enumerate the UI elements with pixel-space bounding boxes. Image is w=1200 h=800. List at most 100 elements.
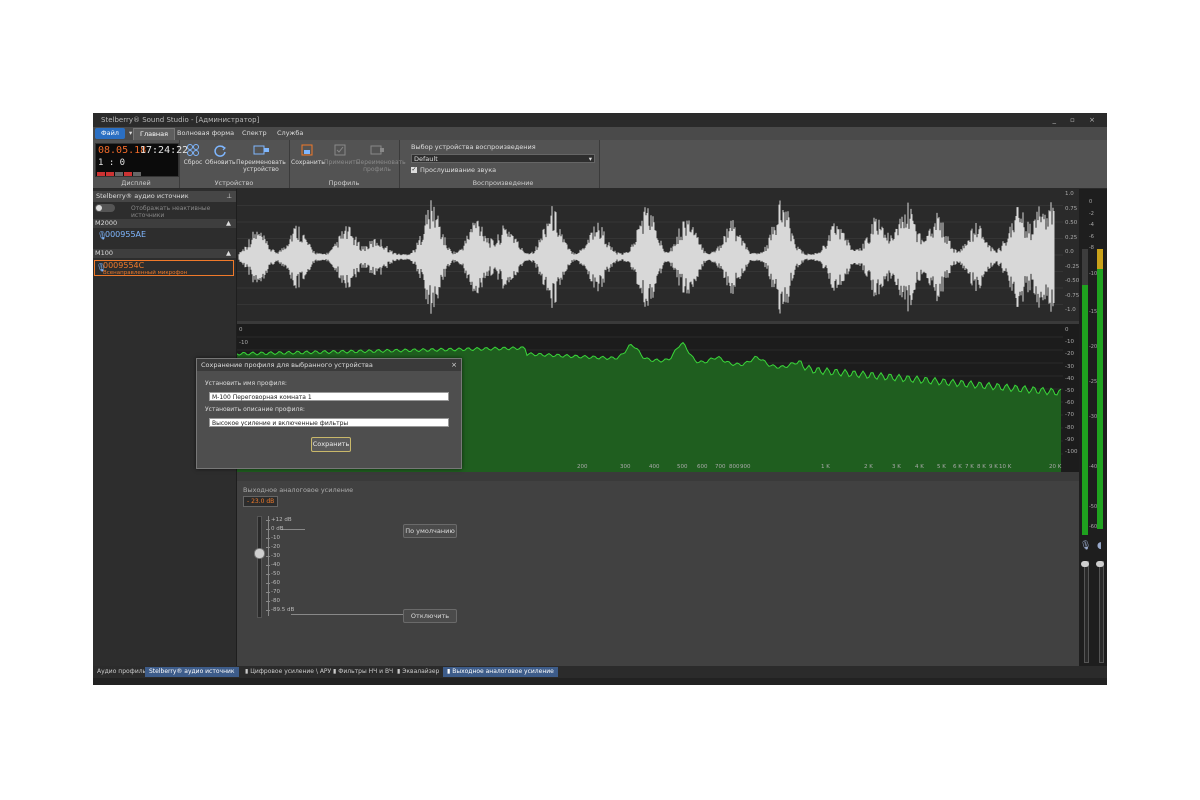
- display-group: 08.05.18 17:24:22 1 : 0 Дисплей: [93, 140, 188, 188]
- tab-equalizer[interactable]: ▮ Эквалайзер: [393, 667, 443, 677]
- window-controls[interactable]: _ ▫ ×: [1052, 113, 1101, 127]
- apply-profile-button[interactable]: Применить: [324, 143, 359, 166]
- gain-scale-label: -89.5 dB: [271, 607, 295, 613]
- wave-scale-label: 0.25: [1065, 234, 1078, 241]
- profile-group-label: Профиль: [328, 179, 360, 187]
- spectrum-freq-label: 4 K: [915, 464, 924, 470]
- profile-group: Сохранить Применить Переименовать профил…: [289, 140, 406, 188]
- tab-output-gain[interactable]: ▮ Выходное аналоговое усиление: [443, 667, 558, 677]
- spectrum-scale-label: -70: [1065, 412, 1074, 419]
- input-volume-thumb[interactable]: [1081, 561, 1089, 567]
- input-volume-track[interactable]: [1084, 561, 1089, 663]
- meter-scale-label: -10: [1089, 271, 1098, 277]
- status-bar: [93, 678, 1107, 685]
- group-header-m100[interactable]: M100 ▲: [93, 249, 236, 258]
- gain-slider-track[interactable]: [257, 516, 262, 618]
- tab-equalizer-label: Эквалайзер: [402, 668, 440, 675]
- tab-audio-profile[interactable]: Аудио профиль: [93, 667, 150, 677]
- spectrum-freq-label: 3 K: [892, 464, 901, 470]
- wave-scale-label: -0.75: [1065, 292, 1080, 299]
- gain-value: - 23.0 dB: [243, 496, 279, 507]
- playback-device-value: Default: [414, 155, 438, 163]
- gain-scale-tick: [266, 583, 270, 584]
- spectrum-freq-label: 7 K: [965, 464, 974, 470]
- playback-device-select[interactable]: Default ▾: [411, 154, 595, 163]
- gain-scale-tick: [266, 592, 270, 593]
- collapse-icon[interactable]: ▲: [226, 249, 231, 258]
- reset-label: Сброс: [183, 159, 203, 166]
- rename-profile-label: Переименовать профиль: [356, 159, 406, 173]
- clock-counter: 1 : 0: [98, 158, 126, 168]
- profile-name-input[interactable]: M-100 Переговорная комната 1: [209, 392, 449, 401]
- monitor-checkbox[interactable]: ✓ Прослушивание звука: [411, 166, 496, 174]
- file-menu[interactable]: Файл: [95, 128, 125, 139]
- toggle-knob: [96, 205, 102, 211]
- default-connector: [281, 529, 305, 530]
- device-item-000955ae[interactable]: 🎙 000955AE: [97, 230, 234, 244]
- rename-device-label: Переименовать устройство: [236, 159, 286, 173]
- tab-digital-gain[interactable]: ▮ Цифровое усиление \ АРУ: [241, 667, 335, 677]
- rename-profile-button[interactable]: Переименовать профиль: [356, 143, 406, 173]
- off-button[interactable]: Отключить: [403, 609, 457, 623]
- gain-scale-tick: [266, 610, 270, 611]
- gain-scale-label: -10: [271, 535, 280, 541]
- meter-scale-label: -30: [1089, 414, 1098, 420]
- tab-waveform[interactable]: Волновая форма: [171, 128, 240, 139]
- output-volume-track[interactable]: [1099, 561, 1104, 663]
- menu-bar: Файл ▾ Главная Волновая форма Спектр Слу…: [93, 127, 1107, 140]
- spectrum-scale-label: -30: [1065, 363, 1074, 370]
- device-item-0009554c[interactable]: 🎙 0009554C Всенаправленный микрофон: [94, 260, 234, 276]
- save-profile-button[interactable]: Сохранить: [291, 143, 325, 166]
- gain-scale-label: +12 dB: [271, 517, 292, 523]
- inactive-toggle[interactable]: [95, 204, 115, 212]
- tab-main[interactable]: Главная: [133, 128, 176, 140]
- tab-filters[interactable]: ▮ Фильтры НЧ и ВЧ: [329, 667, 397, 677]
- gain-scale-tick: [266, 529, 270, 530]
- spectrum-scale-label: -20: [1065, 351, 1074, 358]
- save-button[interactable]: Сохранить: [311, 437, 351, 452]
- gain-slider-thumb[interactable]: [254, 548, 265, 559]
- group-name: M2000: [95, 219, 118, 227]
- group-header-m2000[interactable]: M2000 ▲: [93, 219, 236, 228]
- tab-service[interactable]: Служба: [271, 128, 309, 139]
- rename-profile-icon: [370, 145, 384, 155]
- spectrum-freq-label: 300: [620, 464, 631, 470]
- gain-scale-label: 0 dB: [271, 526, 284, 532]
- meter-scale-label: -20: [1089, 344, 1098, 350]
- close-icon[interactable]: ×: [451, 359, 457, 371]
- refresh-button[interactable]: Обновить: [205, 143, 235, 166]
- meter-scale-label: -25: [1089, 379, 1098, 385]
- level-meter-right: [1097, 249, 1103, 529]
- rename-device-button[interactable]: Переименовать устройство: [235, 143, 287, 173]
- tab-spectrum[interactable]: Спектр: [236, 128, 273, 139]
- collapse-icon[interactable]: ▲: [226, 219, 231, 228]
- tab-output-gain-label: Выходное аналоговое усиление: [452, 668, 554, 675]
- spectrum-freq-label: 500: [677, 464, 688, 470]
- spectrum-scale-label: 0: [1065, 327, 1069, 333]
- output-volume-thumb[interactable]: [1096, 561, 1104, 567]
- off-connector: [291, 614, 403, 615]
- wave-scale-label: 0.75: [1065, 205, 1078, 212]
- spectrum-freq-label: 900: [740, 464, 751, 470]
- display-group-label: Дисплей: [121, 179, 151, 187]
- profile-desc-input[interactable]: Высокое усиление и включенные фильтры: [209, 418, 449, 427]
- gain-scale-label: -80: [271, 598, 280, 604]
- spectrum-scale-label: -40: [1065, 375, 1074, 382]
- gain-scale-label: -20: [271, 544, 280, 550]
- status-lights: [97, 170, 177, 176]
- pin-icon[interactable]: ⊥: [226, 191, 232, 202]
- wave-scale-label: -0.50: [1065, 278, 1080, 284]
- spectrum-freq-label: 8 K: [977, 464, 986, 470]
- title-bar: Stelberry® Sound Studio - [Администратор…: [93, 113, 1107, 127]
- gain-scale-tick: [266, 520, 270, 521]
- tab-audio-source[interactable]: Stelberry® аудио источник: [145, 667, 239, 677]
- speaker-icon: ◖: [1097, 541, 1102, 551]
- gain-scale-label: -30: [271, 553, 280, 559]
- default-button[interactable]: По умолчанию: [403, 524, 457, 538]
- gain-scale-tick: [266, 547, 270, 548]
- wave-scale-label: 0.0: [1065, 249, 1074, 255]
- gain-panel: Выходное аналоговое усиление - 23.0 dB П…: [237, 481, 1079, 666]
- reset-button[interactable]: Сброс: [182, 143, 204, 166]
- waveform-plot: [237, 200, 1063, 314]
- waveform-view[interactable]: [237, 189, 1063, 321]
